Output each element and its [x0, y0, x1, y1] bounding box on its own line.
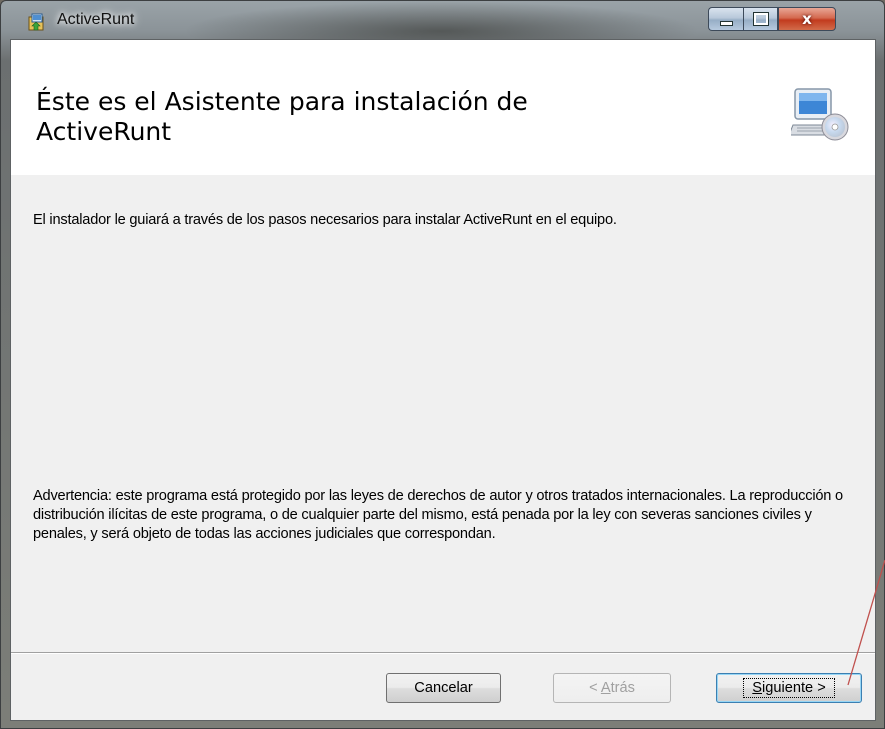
- computer-cd-icon: [791, 88, 849, 141]
- next-button[interactable]: Siguiente >: [716, 673, 862, 703]
- installer-app-icon: [28, 13, 44, 31]
- minimize-button[interactable]: [708, 7, 743, 31]
- wizard-client-area: Éste es el Asistente para instalación de…: [10, 39, 876, 721]
- copyright-warning: Advertencia: este programa está protegid…: [33, 488, 843, 542]
- title-bar[interactable]: ActiveRunt x: [1, 1, 885, 37]
- cancel-button[interactable]: Cancelar: [386, 673, 501, 703]
- banner-divider-highlight: [11, 174, 875, 175]
- next-mnemonic: S: [752, 680, 763, 696]
- back-label: < Atrás: [589, 680, 635, 696]
- intro-text: El instalador le guiará a través de los …: [33, 212, 617, 228]
- wizard-banner: Éste es el Asistente para instalación de…: [11, 40, 875, 175]
- close-icon: x: [802, 10, 812, 28]
- wizard-heading: Éste es el Asistente para instalación de…: [36, 87, 676, 147]
- heading-line-1: Éste es el Asistente para instalación de: [36, 87, 528, 116]
- back-mnemonic: A: [600, 680, 611, 696]
- minimize-icon: [719, 20, 733, 26]
- window-title: ActiveRunt: [57, 11, 135, 28]
- window-frame: ActiveRunt x Éste es el Asistente para i…: [0, 0, 885, 729]
- next-rest: iguiente >: [762, 680, 826, 696]
- heading-line-2: ActiveRunt: [36, 117, 172, 146]
- cancel-label: Cancelar: [414, 680, 473, 696]
- footer-separator-highlight: [11, 653, 875, 654]
- back-button[interactable]: < Atrás: [553, 673, 671, 703]
- close-button[interactable]: x: [778, 7, 836, 31]
- next-label: Siguiente >: [743, 678, 835, 698]
- back-rest: trás: [610, 680, 635, 696]
- maximize-icon: [752, 12, 769, 26]
- maximize-button[interactable]: [743, 7, 778, 31]
- caption-buttons: x: [708, 7, 836, 33]
- back-prefix: <: [589, 680, 601, 696]
